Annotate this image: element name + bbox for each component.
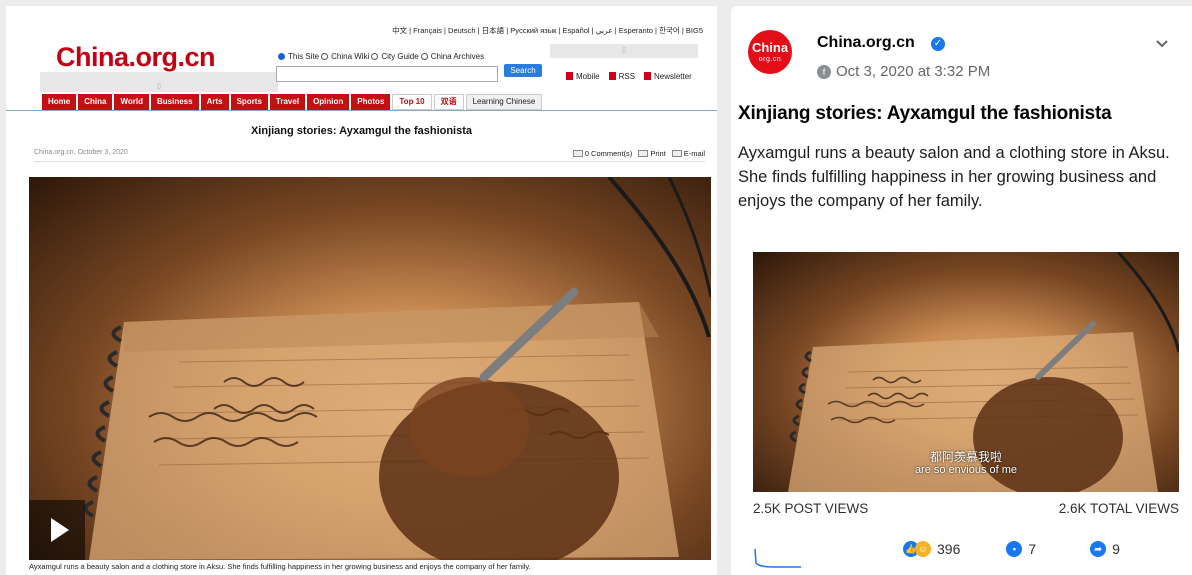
radio-label-china-archives: China Archives [430,52,485,61]
page-name[interactable]: China.org.cn [817,34,915,52]
mobile-icon [566,72,573,80]
article-page: 中文 | Français | Deutsch | 日本語 | Русский … [6,6,717,575]
reactions-group[interactable]: 👍 ☺ 396 [903,541,960,557]
rss-link-label: RSS [618,72,636,81]
video-caption: Ayxamgul runs a beauty salon and a cloth… [29,562,531,571]
radio-city-guide[interactable] [371,53,379,60]
video-frame [83,177,711,560]
nav-business[interactable]: Business [150,94,199,110]
globe-icon: f [817,64,831,79]
email-link[interactable]: E-mail [671,149,705,158]
email-icon [671,150,682,157]
play-icon [51,518,69,542]
verified-icon: ✓ [931,37,945,51]
comments-link[interactable]: 0 Comment(s) [572,149,633,158]
screenshot: 中文 | Français | Deutsch | 日本語 | Русский … [0,0,1192,575]
post-description: Ayxamgul runs a beauty salon and a cloth… [738,144,1170,210]
facebook-post: China org.cn China.org.cn ✓ f Oct 3, 202… [731,6,1192,575]
print-label: Print [650,149,666,158]
print-icon [638,150,649,157]
site-logo[interactable]: China.org.cn [56,42,216,73]
search-scope-options: This Site China Wiki City Guide China Ar… [278,52,484,61]
reaction-count: 396 [937,541,961,557]
byline-divider [34,161,705,162]
comment-icon: ▪ [1006,541,1023,557]
radio-china-wiki[interactable] [321,53,329,60]
nav-learning-chinese[interactable]: Learning Chinese [465,94,543,110]
radio-label-city-guide: City Guide [381,52,419,61]
comments-group[interactable]: ▪ 7 [1006,541,1036,557]
nav-bilingual[interactable]: 双语 [433,94,464,110]
radio-china-archives[interactable] [420,53,428,60]
post-meta: f Oct 3, 2020 at 3:32 PM [817,63,990,80]
ad-banner-left: ▯ [40,72,278,92]
nav-travel[interactable]: Travel [269,94,306,110]
nav-divider [6,110,717,111]
nav-china[interactable]: China [78,94,113,110]
subtitle-chinese: 都阿羡慕我啦 [929,450,1002,464]
page-avatar[interactable]: China org.cn [748,30,792,74]
subtitle-english: are so envious of me [914,464,1018,476]
newsletter-link-label: Newsletter [654,72,692,81]
article-title: Xinjiang stories: Ayxamgul the fashionis… [250,125,473,137]
post-views: 2.5K POST VIEWS [753,501,869,516]
article-byline: China.org.cn, October 3, 2020 [34,149,128,156]
print-link[interactable]: Print [638,149,666,158]
radio-label-china-wiki: China Wiki [331,52,370,61]
article-video[interactable] [29,177,711,560]
avatar-subtext: org.cn [758,56,782,63]
play-button[interactable] [29,500,85,560]
newsletter-link[interactable]: Newsletter [644,72,692,81]
views-sparkline [754,548,801,568]
avatar-text: China [751,40,789,55]
share-count: 9 [1112,541,1120,557]
main-nav: Home China World Business Arts Sports Tr… [42,94,543,110]
post-timestamp[interactable]: Oct 3, 2020 at 3:32 PM [836,63,990,80]
comment-count: 7 [1028,541,1037,557]
engagement-row: 👍 ☺ 396 ▪ 7 ➦ 9 [903,541,1120,557]
nav-photos[interactable]: Photos [351,94,391,110]
comment-icon [572,150,583,157]
total-views: 2.6K TOTAL VIEWS [1058,501,1179,516]
rss-icon [608,72,616,80]
post-options-button[interactable] [1155,36,1169,54]
like-icon: 👍 ☺ [903,541,931,557]
search-button[interactable]: Search [504,64,542,77]
radio-label-this-site: This Site [288,52,320,61]
nav-arts[interactable]: Arts [200,94,229,110]
nav-home[interactable]: Home [42,94,77,110]
ad-banner-right: ▯ [550,44,698,58]
search-input[interactable] [276,66,498,82]
comments-label: 0 Comment(s) [584,149,633,158]
email-label: E-mail [683,149,705,158]
feed-links: Mobile RSS Newsletter [566,72,692,81]
newsletter-icon [644,72,652,80]
nav-opinion[interactable]: Opinion [307,94,350,110]
rss-link[interactable]: RSS [608,72,636,81]
post-title: Xinjiang stories: Ayxamgul the fashionis… [738,103,1112,124]
chevron-down-icon [1156,40,1168,48]
shares-group[interactable]: ➦ 9 [1090,541,1120,557]
nav-sports[interactable]: Sports [230,94,268,110]
nav-top10[interactable]: Top 10 [392,94,432,110]
nav-world[interactable]: World [114,94,149,110]
article-tools: 0 Comment(s) Print E-mail [572,149,705,158]
radio-this-site[interactable] [278,53,285,60]
post-video[interactable]: 都阿羡慕我啦 are so envious of me [753,252,1179,492]
share-icon: ➦ [1090,541,1107,557]
mobile-link[interactable]: Mobile [566,72,600,81]
mobile-link-label: Mobile [576,72,600,81]
language-bar[interactable]: 中文 | Français | Deutsch | 日本語 | Русский … [392,25,703,36]
